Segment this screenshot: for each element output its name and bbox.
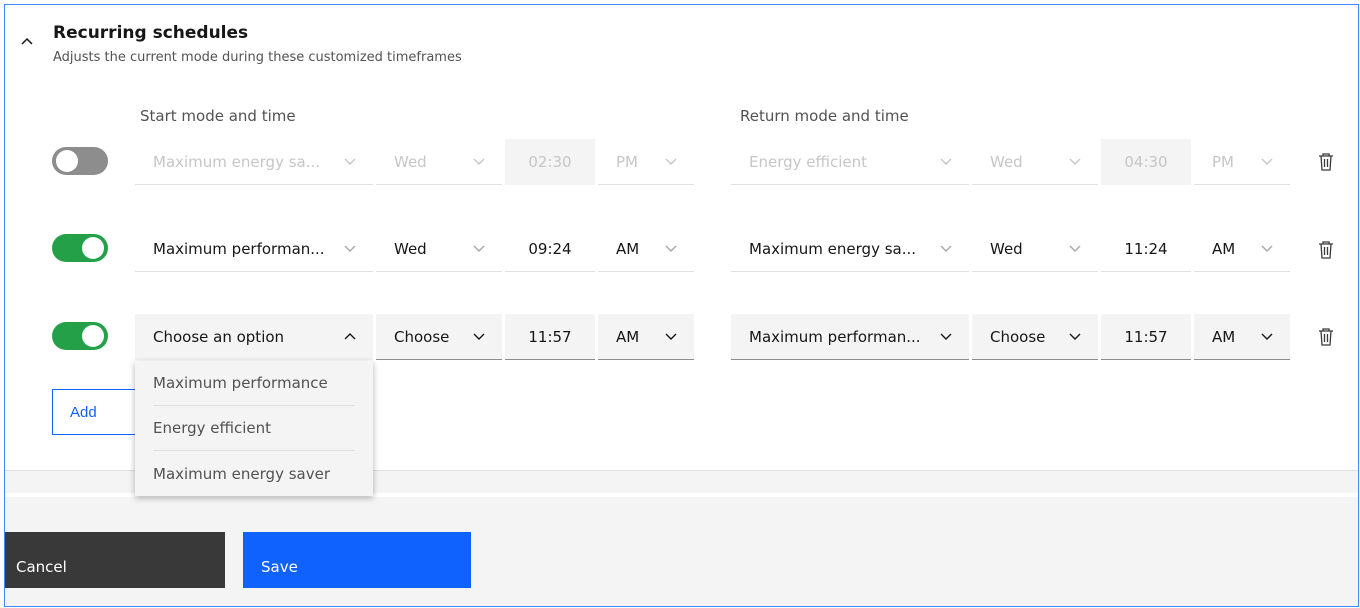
start-time-value: 02:30 (528, 153, 572, 171)
start-mode-value: Maximum performan... (153, 239, 325, 258)
add-schedule-button[interactable]: Add (52, 389, 140, 435)
chevron-down-icon (473, 158, 485, 165)
cancel-button[interactable]: Cancel (5, 532, 225, 588)
save-button[interactable]: Save (243, 532, 471, 588)
toggle-knob (82, 325, 104, 347)
chevron-down-icon (1261, 333, 1273, 340)
return-mode-select[interactable]: Energy efficient (731, 139, 969, 185)
return-time-value: 11:57 (1124, 327, 1168, 346)
dropdown-option[interactable]: Energy efficient (153, 406, 355, 451)
schedule-toggle[interactable] (52, 234, 108, 262)
start-mode-select[interactable]: Maximum energy sa... (135, 139, 373, 185)
chevron-down-icon (665, 333, 677, 340)
return-day-value: Choose (990, 327, 1046, 346)
schedule-toggle[interactable] (52, 147, 108, 175)
mode-dropdown-menu: Maximum performance Energy efficient Max… (135, 361, 373, 496)
start-time-input[interactable]: 11:57 (505, 314, 595, 360)
start-ampm-select[interactable]: AM (598, 314, 694, 360)
return-mode-select[interactable]: Maximum energy sa... (731, 226, 969, 272)
trash-icon[interactable] (1318, 328, 1334, 346)
chevron-down-icon (940, 245, 952, 252)
start-time-input[interactable]: 09:24 (505, 226, 595, 272)
schedule-toggle[interactable] (52, 322, 108, 350)
start-ampm-select[interactable]: AM (598, 226, 694, 272)
chevron-down-icon (344, 158, 356, 165)
chevron-down-icon (473, 333, 485, 340)
chevron-down-icon (1261, 158, 1273, 165)
start-day-value: Wed (394, 239, 427, 258)
start-day-select[interactable]: Wed (376, 226, 502, 272)
start-ampm-value: AM (616, 239, 640, 258)
start-mode-value: Choose an option (153, 328, 285, 346)
return-mode-value: Energy efficient (749, 152, 868, 171)
start-day-select[interactable]: Wed (376, 139, 502, 185)
return-time-input[interactable]: 04:30 (1101, 139, 1191, 185)
start-mode-value: Maximum energy sa... (153, 152, 321, 171)
toggle-knob (82, 237, 104, 259)
start-time-value: 11:57 (528, 327, 572, 346)
return-day-select[interactable]: Wed (972, 139, 1098, 185)
chevron-down-icon (665, 245, 677, 252)
start-ampm-select[interactable]: PM (598, 139, 694, 185)
return-day-select[interactable]: Choose (972, 314, 1098, 360)
return-ampm-select[interactable]: AM (1194, 314, 1290, 360)
chevron-up-icon[interactable] (19, 33, 35, 49)
dropdown-option[interactable]: Maximum performance (153, 361, 355, 406)
return-column-label: Return mode and time (740, 107, 909, 125)
chevron-down-icon (1069, 245, 1081, 252)
return-ampm-select[interactable]: PM (1194, 139, 1290, 185)
return-day-value: Wed (990, 239, 1023, 258)
chevron-down-icon (1261, 245, 1273, 252)
return-time-value: 11:24 (1124, 239, 1168, 258)
start-day-value: Choose (394, 327, 450, 346)
toggle-knob (56, 150, 78, 172)
chevron-down-icon (1069, 333, 1081, 340)
return-ampm-value: AM (1212, 327, 1236, 346)
chevron-down-icon (473, 245, 485, 252)
return-ampm-select[interactable]: AM (1194, 226, 1290, 272)
return-day-value: Wed (990, 152, 1023, 171)
return-mode-value: Maximum performan... (749, 327, 921, 346)
chevron-up-icon (344, 333, 356, 340)
return-ampm-value: PM (1212, 152, 1234, 171)
return-day-select[interactable]: Wed (972, 226, 1098, 272)
start-time-value: 09:24 (528, 239, 572, 258)
chevron-down-icon (665, 158, 677, 165)
return-mode-value: Maximum energy sa... (749, 239, 917, 258)
return-time-input[interactable]: 11:24 (1101, 226, 1191, 272)
start-mode-select[interactable]: Choose an option (135, 314, 373, 360)
trash-icon[interactable] (1318, 153, 1334, 171)
chevron-down-icon (940, 158, 952, 165)
return-mode-select[interactable]: Maximum performan... (731, 314, 969, 360)
section-subtitle: Adjusts the current mode during these cu… (53, 50, 462, 65)
start-time-input[interactable]: 02:30 (505, 139, 595, 185)
return-ampm-value: AM (1212, 239, 1236, 258)
trash-icon[interactable] (1318, 241, 1334, 259)
chevron-down-icon (940, 333, 952, 340)
start-ampm-value: PM (616, 152, 638, 171)
recurring-schedules-panel: Recurring schedules Adjusts the current … (4, 4, 1359, 607)
start-mode-select[interactable]: Maximum performan... (135, 226, 373, 272)
return-time-input[interactable]: 11:57 (1101, 314, 1191, 360)
start-column-label: Start mode and time (140, 107, 296, 125)
start-day-value: Wed (394, 152, 427, 171)
dropdown-option[interactable]: Maximum energy saver (153, 451, 355, 496)
return-time-value: 04:30 (1124, 153, 1168, 171)
chevron-down-icon (1069, 158, 1081, 165)
chevron-down-icon (344, 245, 356, 252)
section-title: Recurring schedules (53, 23, 249, 43)
start-ampm-value: AM (616, 327, 640, 346)
start-day-select[interactable]: Choose (376, 314, 502, 360)
